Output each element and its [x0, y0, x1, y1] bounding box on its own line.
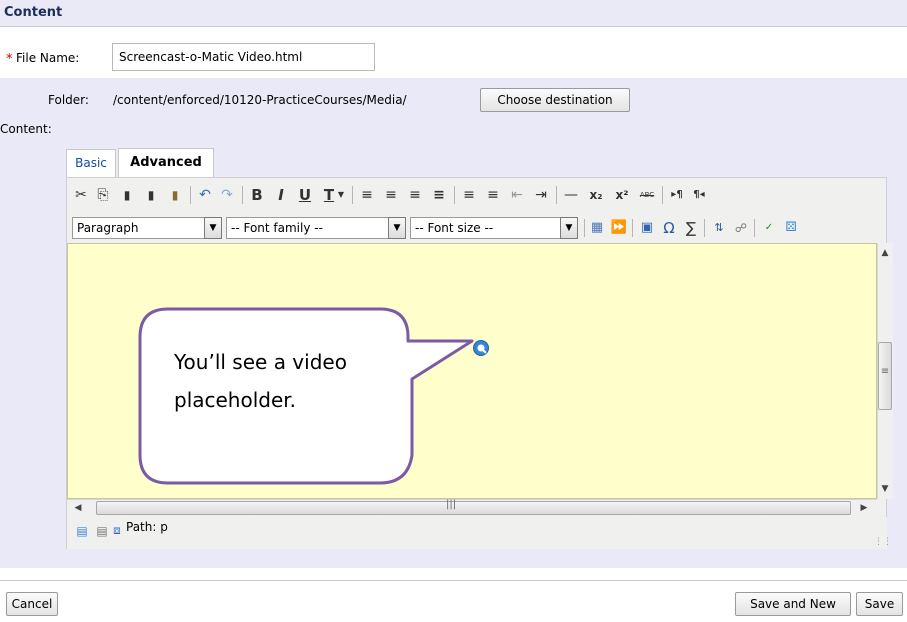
- footer-divider: [0, 580, 907, 581]
- sigma-icon[interactable]: ∑: [682, 218, 700, 238]
- callout-text: You’ll see a video placeholder.: [174, 343, 404, 419]
- spellcheck-icon[interactable]: ✓: [760, 218, 778, 238]
- scroll-left-arrow-icon[interactable]: ◀: [70, 500, 86, 516]
- toolbar-separator: [754, 219, 755, 237]
- align-right-icon[interactable]: ≡: [406, 185, 424, 205]
- tab-basic[interactable]: Basic: [66, 149, 116, 177]
- undo-icon[interactable]: ↶: [196, 185, 214, 205]
- indent-icon[interactable]: ⇥: [532, 185, 550, 205]
- editor-toolbar-row-1: ✂ ⎘ ▮ ▮ ▮ ↶ ↷ B I U T ▼ ≡ ≡ ≡ ≡ ≡ ≡ ⇤ ⇥ …: [66, 178, 887, 213]
- subscript-icon[interactable]: x₂: [586, 185, 606, 205]
- underline-icon[interactable]: U: [296, 185, 314, 205]
- content-label: Content:: [0, 122, 52, 136]
- omega-icon[interactable]: Ω: [660, 218, 678, 238]
- callout-text-line-1: You’ll see a video: [174, 350, 347, 374]
- toolbar-separator: [584, 219, 585, 237]
- horizontal-rule-icon[interactable]: —: [562, 185, 580, 205]
- font-family-value: -- Font family --: [231, 221, 323, 235]
- required-marker: *: [6, 52, 13, 67]
- align-justify-icon[interactable]: ≡: [430, 185, 448, 205]
- toolbar-separator: [242, 186, 243, 204]
- font-family-select[interactable]: -- Font family -- ▼: [226, 217, 406, 239]
- section-header: [0, 0, 907, 27]
- folder-path: /content/enforced/10120-PracticeCourses/…: [113, 93, 407, 107]
- italic-icon[interactable]: I: [272, 185, 290, 205]
- paste-icon[interactable]: ▮: [118, 185, 136, 205]
- image-icon[interactable]: ▣: [638, 218, 656, 238]
- outdent-icon[interactable]: ⇤: [508, 185, 526, 205]
- link-icon[interactable]: ☍: [732, 218, 750, 238]
- sort-icon[interactable]: ⇅: [710, 218, 728, 238]
- align-center-icon[interactable]: ≡: [382, 185, 400, 205]
- font-size-value: -- Font size --: [415, 221, 494, 235]
- scroll-grip-icon: ≡: [880, 366, 890, 377]
- paste-text-icon[interactable]: ▮: [142, 185, 160, 205]
- bullet-list-icon[interactable]: ≡: [460, 185, 478, 205]
- filename-input[interactable]: [112, 43, 375, 71]
- toolbar-separator: [704, 219, 705, 237]
- section-title: Content: [4, 5, 63, 20]
- resize-grip-icon[interactable]: ⋮⋮: [874, 537, 892, 547]
- element-path: Path: p: [126, 520, 168, 534]
- ltr-icon[interactable]: ▸¶: [668, 185, 686, 205]
- cut-icon[interactable]: ✂: [72, 185, 90, 205]
- rtl-icon[interactable]: ¶◂: [690, 185, 708, 205]
- redo-icon[interactable]: ↷: [218, 185, 236, 205]
- save-button[interactable]: Save: [856, 592, 903, 616]
- align-left-icon[interactable]: ≡: [358, 185, 376, 205]
- table-icon[interactable]: ▦: [588, 218, 606, 238]
- bold-icon[interactable]: B: [248, 185, 266, 205]
- strikethrough-icon[interactable]: ABC: [636, 185, 658, 205]
- block-format-select[interactable]: Paragraph ▼: [72, 217, 222, 239]
- toolbar-separator: [352, 186, 353, 204]
- filename-label: File Name:: [16, 51, 80, 65]
- editor-statusbar: [67, 517, 887, 549]
- save-and-new-button[interactable]: Save and New: [735, 592, 851, 616]
- new-document-icon[interactable]: ▤: [74, 521, 90, 541]
- scroll-right-arrow-icon[interactable]: ▶: [856, 500, 872, 516]
- scroll-up-arrow-icon[interactable]: ▲: [877, 245, 893, 261]
- chevron-down-icon[interactable]: ▼: [204, 217, 222, 239]
- folder-label: Folder:: [48, 93, 89, 107]
- font-size-select[interactable]: -- Font size -- ▼: [410, 217, 578, 239]
- chevron-down-icon[interactable]: ▼: [560, 217, 578, 239]
- numbered-list-icon[interactable]: ≡: [484, 185, 502, 205]
- editor-toolbar-row-2: Paragraph ▼ -- Font family -- ▼ -- Font …: [66, 213, 887, 243]
- toolbar-separator: [190, 186, 191, 204]
- copy-icon[interactable]: ⎘: [94, 185, 112, 205]
- paste-word-icon[interactable]: ▮: [166, 185, 184, 205]
- callout-text-line-2: placeholder.: [174, 388, 297, 412]
- cancel-button[interactable]: Cancel: [6, 592, 58, 616]
- insert-stuff-icon[interactable]: ⏩: [610, 218, 628, 238]
- toolbar-separator: [454, 186, 455, 204]
- superscript-icon[interactable]: x²: [612, 185, 632, 205]
- scroll-grip-icon: |||: [446, 499, 457, 510]
- scroll-down-arrow-icon[interactable]: ▼: [877, 481, 893, 497]
- toolbar-separator: [662, 186, 663, 204]
- toolbar-separator: [556, 186, 557, 204]
- toolbar-separator: [632, 219, 633, 237]
- block-format-value: Paragraph: [77, 221, 139, 235]
- choose-destination-button[interactable]: Choose destination: [480, 88, 630, 112]
- horizontal-scroll-thumb[interactable]: [96, 501, 851, 515]
- chevron-down-icon[interactable]: ▼: [388, 217, 406, 239]
- tab-advanced[interactable]: Advanced: [118, 148, 214, 178]
- text-color-dropdown-icon[interactable]: ▼: [336, 185, 346, 205]
- plugin-icon[interactable]: ⚄: [782, 218, 800, 238]
- fullscreen-icon[interactable]: ⧈: [108, 520, 126, 540]
